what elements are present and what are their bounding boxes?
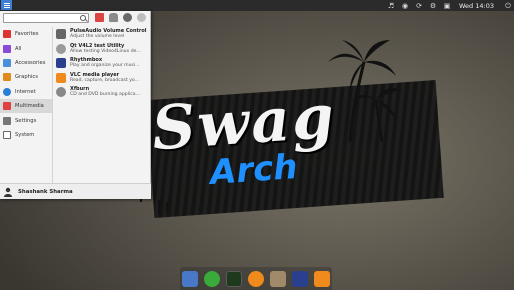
category-system[interactable]: System xyxy=(0,128,52,142)
system-icon xyxy=(3,130,11,139)
update-icon[interactable]: ⟳ xyxy=(415,2,423,10)
user-name: Shashank Sharma xyxy=(18,188,73,195)
palm-tree-icon xyxy=(328,40,402,142)
pavucontrol-icon xyxy=(56,29,66,40)
app-description: Allow testing Video4Linux de... xyxy=(70,48,141,54)
category-favorites[interactable]: Favorites xyxy=(0,27,52,41)
menu-user-bar[interactable]: Shashank Sharma xyxy=(0,183,151,199)
category-multimedia[interactable]: Multimedia xyxy=(0,98,52,114)
power-icon[interactable] xyxy=(137,13,146,22)
network-icon[interactable]: ◉ xyxy=(401,2,409,10)
volume-icon[interactable]: ♬ xyxy=(387,2,395,10)
internet-icon xyxy=(3,87,11,96)
wallpaper-subtitle: Arch xyxy=(208,146,299,194)
media-player-icon[interactable] xyxy=(314,270,330,287)
applications-icon[interactable] xyxy=(95,13,104,22)
category-accessories[interactable]: Accessories xyxy=(0,56,52,70)
lock-icon[interactable] xyxy=(109,13,118,22)
accessories-icon xyxy=(3,58,11,67)
browser-icon[interactable] xyxy=(248,270,264,287)
search-icon xyxy=(80,15,86,21)
graphics-icon xyxy=(3,73,11,82)
monitor-icon[interactable]: ▣ xyxy=(443,2,451,10)
category-label: Multimedia xyxy=(15,103,44,110)
music-player-icon[interactable] xyxy=(292,270,308,287)
system-tray: ♬ ◉ ⟳ ⚙ ▣ Wed 14:03 ⏻ xyxy=(387,0,512,11)
system-monitor-icon[interactable] xyxy=(226,270,242,287)
dock xyxy=(180,267,332,290)
category-settings[interactable]: Settings xyxy=(0,113,52,127)
all-apps-icon xyxy=(3,44,11,53)
keys-icon[interactable] xyxy=(204,270,220,287)
user-icon[interactable] xyxy=(123,13,132,22)
category-internet[interactable]: Internet xyxy=(0,85,52,99)
category-label: Favorites xyxy=(15,31,39,38)
applications-menu-button[interactable] xyxy=(1,0,12,10)
app-item-pavucontrol[interactable]: PulseAudio Volume Control Adjust the vol… xyxy=(54,27,151,42)
files-icon[interactable] xyxy=(182,270,198,287)
menu-header xyxy=(0,11,151,25)
category-label: Settings xyxy=(15,117,37,124)
vlc-icon xyxy=(56,72,66,83)
app-description: Adjust the volume level xyxy=(70,34,125,40)
category-list: Favorites All Accessories Graphics Inter… xyxy=(0,27,53,183)
application-menu: Favorites All Accessories Graphics Inter… xyxy=(0,11,151,199)
category-all[interactable]: All xyxy=(0,41,52,55)
category-label: Internet xyxy=(15,88,36,95)
app-item-rhythmbox[interactable]: Rhythmbox Play and organize your musi... xyxy=(54,56,151,71)
application-list: PulseAudio Volume Control Adjust the vol… xyxy=(54,27,151,100)
clock[interactable]: Wed 14:03 xyxy=(459,2,494,10)
archive-icon[interactable] xyxy=(270,270,286,287)
rhythmbox-icon xyxy=(56,58,66,69)
app-description: Read, capture, broadcast yo... xyxy=(70,77,140,83)
app-item-qv4l2[interactable]: Qt V4L2 test Utility Allow testing Video… xyxy=(54,42,151,57)
user-avatar-icon xyxy=(4,187,12,197)
qv4l2-icon xyxy=(56,43,66,54)
multimedia-icon xyxy=(3,102,11,111)
app-description: CD and DVD burning applica... xyxy=(70,92,140,98)
search-input[interactable] xyxy=(3,13,89,23)
category-label: Graphics xyxy=(15,74,38,81)
favorites-icon xyxy=(3,30,11,39)
top-panel: ♬ ◉ ⟳ ⚙ ▣ Wed 14:03 ⏻ xyxy=(0,0,514,11)
app-item-vlc[interactable]: VLC media player Read, capture, broadcas… xyxy=(54,71,151,86)
category-label: All xyxy=(15,45,22,52)
settings-icon xyxy=(3,116,11,125)
app-item-xfburn[interactable]: Xfburn CD and DVD burning applica... xyxy=(54,85,151,100)
xfburn-icon xyxy=(56,87,66,98)
power-icon[interactable]: ⏻ xyxy=(504,2,512,10)
settings-icon[interactable]: ⚙ xyxy=(429,2,437,10)
category-label: System xyxy=(15,131,35,138)
app-description: Play and organize your musi... xyxy=(70,63,140,69)
category-graphics[interactable]: Graphics xyxy=(0,70,52,84)
category-label: Accessories xyxy=(15,59,46,66)
